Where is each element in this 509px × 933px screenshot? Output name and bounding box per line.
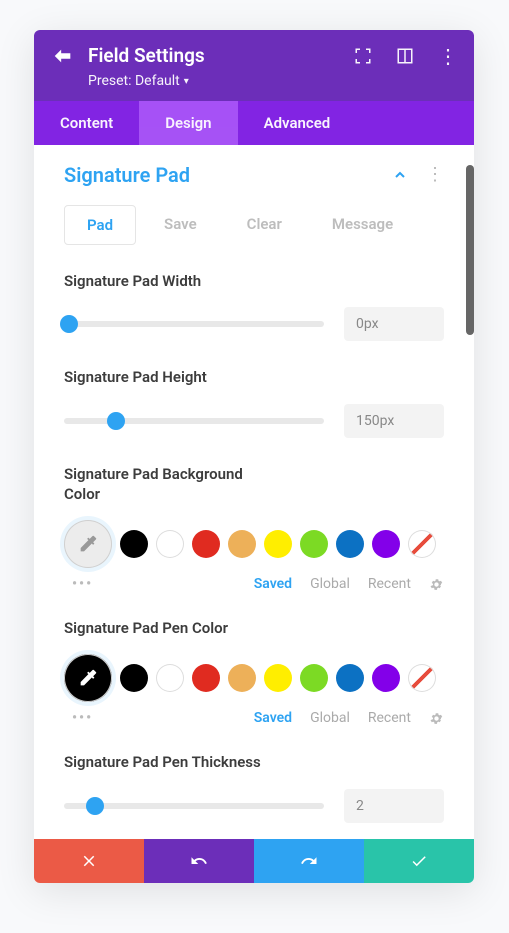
- split-view-icon[interactable]: [396, 47, 414, 65]
- subtab-clear[interactable]: Clear: [225, 205, 304, 245]
- field-thickness: Signature Pad Pen Thickness: [64, 752, 444, 822]
- footer: [34, 839, 474, 883]
- redo-button[interactable]: [254, 839, 364, 883]
- swatch-blue[interactable]: [336, 664, 364, 692]
- palette-global[interactable]: Global: [310, 576, 350, 592]
- kebab-menu-icon[interactable]: ⋮: [438, 47, 456, 65]
- thickness-input[interactable]: [344, 789, 444, 823]
- swatch-black[interactable]: [120, 530, 148, 558]
- height-thumb[interactable]: [107, 412, 125, 430]
- preset-selector[interactable]: Preset: Default ▾: [34, 73, 474, 101]
- header-title: Field Settings: [88, 44, 340, 67]
- width-label: Signature Pad Width: [64, 271, 274, 291]
- subtab-pad[interactable]: Pad: [64, 205, 136, 245]
- back-icon[interactable]: [52, 45, 74, 67]
- height-row: [64, 404, 444, 438]
- thickness-row: [64, 789, 444, 823]
- focus-icon[interactable]: [354, 47, 372, 65]
- height-label: Signature Pad Height: [64, 367, 274, 387]
- width-input[interactable]: [344, 307, 444, 341]
- swatch-orange[interactable]: [228, 530, 256, 558]
- swatch-orange[interactable]: [228, 664, 256, 692]
- discard-button[interactable]: [34, 839, 144, 883]
- subtabs: Pad Save Clear Message: [64, 205, 444, 245]
- section-menu-icon[interactable]: ⋮: [426, 166, 444, 184]
- save-button[interactable]: [364, 839, 474, 883]
- height-slider[interactable]: [64, 418, 324, 424]
- eyedropper-icon: [77, 533, 99, 555]
- subtab-message[interactable]: Message: [310, 205, 415, 245]
- thickness-slider[interactable]: [64, 803, 324, 809]
- field-width: Signature Pad Width: [64, 271, 444, 341]
- bgcolor-label: Signature Pad Background Color: [64, 464, 274, 505]
- swatch-transparent[interactable]: [408, 664, 436, 692]
- body: Signature Pad ⋮ Pad Save Clear Message S…: [34, 145, 474, 839]
- swatch-white[interactable]: [156, 530, 184, 558]
- subtab-save[interactable]: Save: [142, 205, 219, 245]
- settings-panel: Field Settings ⋮ Preset: Default ▾ Conte…: [34, 30, 474, 883]
- swatch-yellow[interactable]: [264, 530, 292, 558]
- close-icon: [80, 852, 98, 870]
- swatch-blue[interactable]: [336, 530, 364, 558]
- main-tabs: Content Design Advanced: [34, 101, 474, 145]
- field-bgcolor: Signature Pad Background Color ••• Saved…: [64, 464, 444, 593]
- swatch-transparent[interactable]: [408, 530, 436, 558]
- header: Field Settings ⋮ Preset: Default ▾ Conte…: [34, 30, 474, 145]
- eyedropper-icon: [77, 667, 99, 689]
- swatch-green[interactable]: [300, 664, 328, 692]
- swatch-black[interactable]: [120, 664, 148, 692]
- field-pencolor: Signature Pad Pen Color ••• Saved Global: [64, 618, 444, 726]
- gear-icon[interactable]: [429, 577, 444, 592]
- thickness-label: Signature Pad Pen Thickness: [64, 752, 274, 772]
- tab-content[interactable]: Content: [34, 101, 139, 145]
- swatch-purple[interactable]: [372, 530, 400, 558]
- bgcolor-footer: ••• Saved Global Recent: [64, 576, 444, 592]
- bgcolor-picker[interactable]: [64, 520, 112, 568]
- pencolor-swatches: [64, 654, 444, 702]
- field-height: Signature Pad Height: [64, 367, 444, 437]
- tab-advanced[interactable]: Advanced: [238, 101, 357, 145]
- check-icon: [410, 852, 428, 870]
- section-header: Signature Pad ⋮: [64, 163, 444, 187]
- height-input[interactable]: [344, 404, 444, 438]
- thickness-thumb[interactable]: [86, 797, 104, 815]
- more-icon[interactable]: •••: [72, 576, 93, 592]
- palette-global[interactable]: Global: [310, 710, 350, 726]
- scrollbar[interactable]: [466, 165, 474, 335]
- redo-icon: [300, 852, 318, 870]
- bgcolor-swatches: [64, 520, 444, 568]
- tab-design[interactable]: Design: [139, 101, 237, 145]
- gear-icon[interactable]: [429, 711, 444, 726]
- chevron-up-icon[interactable]: [392, 167, 408, 183]
- undo-button[interactable]: [144, 839, 254, 883]
- palette-recent[interactable]: Recent: [368, 576, 411, 592]
- swatch-yellow[interactable]: [264, 664, 292, 692]
- more-icon[interactable]: •••: [72, 710, 93, 726]
- swatch-red[interactable]: [192, 530, 220, 558]
- pencolor-label: Signature Pad Pen Color: [64, 618, 274, 638]
- header-actions: ⋮: [354, 47, 456, 65]
- width-thumb[interactable]: [60, 315, 78, 333]
- undo-icon: [190, 852, 208, 870]
- palette-recent[interactable]: Recent: [368, 710, 411, 726]
- section-title[interactable]: Signature Pad: [64, 163, 392, 187]
- swatch-purple[interactable]: [372, 664, 400, 692]
- caret-down-icon: ▾: [184, 76, 189, 87]
- palette-saved[interactable]: Saved: [254, 710, 292, 726]
- width-slider[interactable]: [64, 321, 324, 327]
- header-top: Field Settings ⋮: [34, 30, 474, 73]
- swatch-red[interactable]: [192, 664, 220, 692]
- width-row: [64, 307, 444, 341]
- pencolor-footer: ••• Saved Global Recent: [64, 710, 444, 726]
- preset-label: Preset: Default: [88, 73, 180, 89]
- pencolor-picker[interactable]: [64, 654, 112, 702]
- swatch-white[interactable]: [156, 664, 184, 692]
- palette-saved[interactable]: Saved: [254, 576, 292, 592]
- swatch-green[interactable]: [300, 530, 328, 558]
